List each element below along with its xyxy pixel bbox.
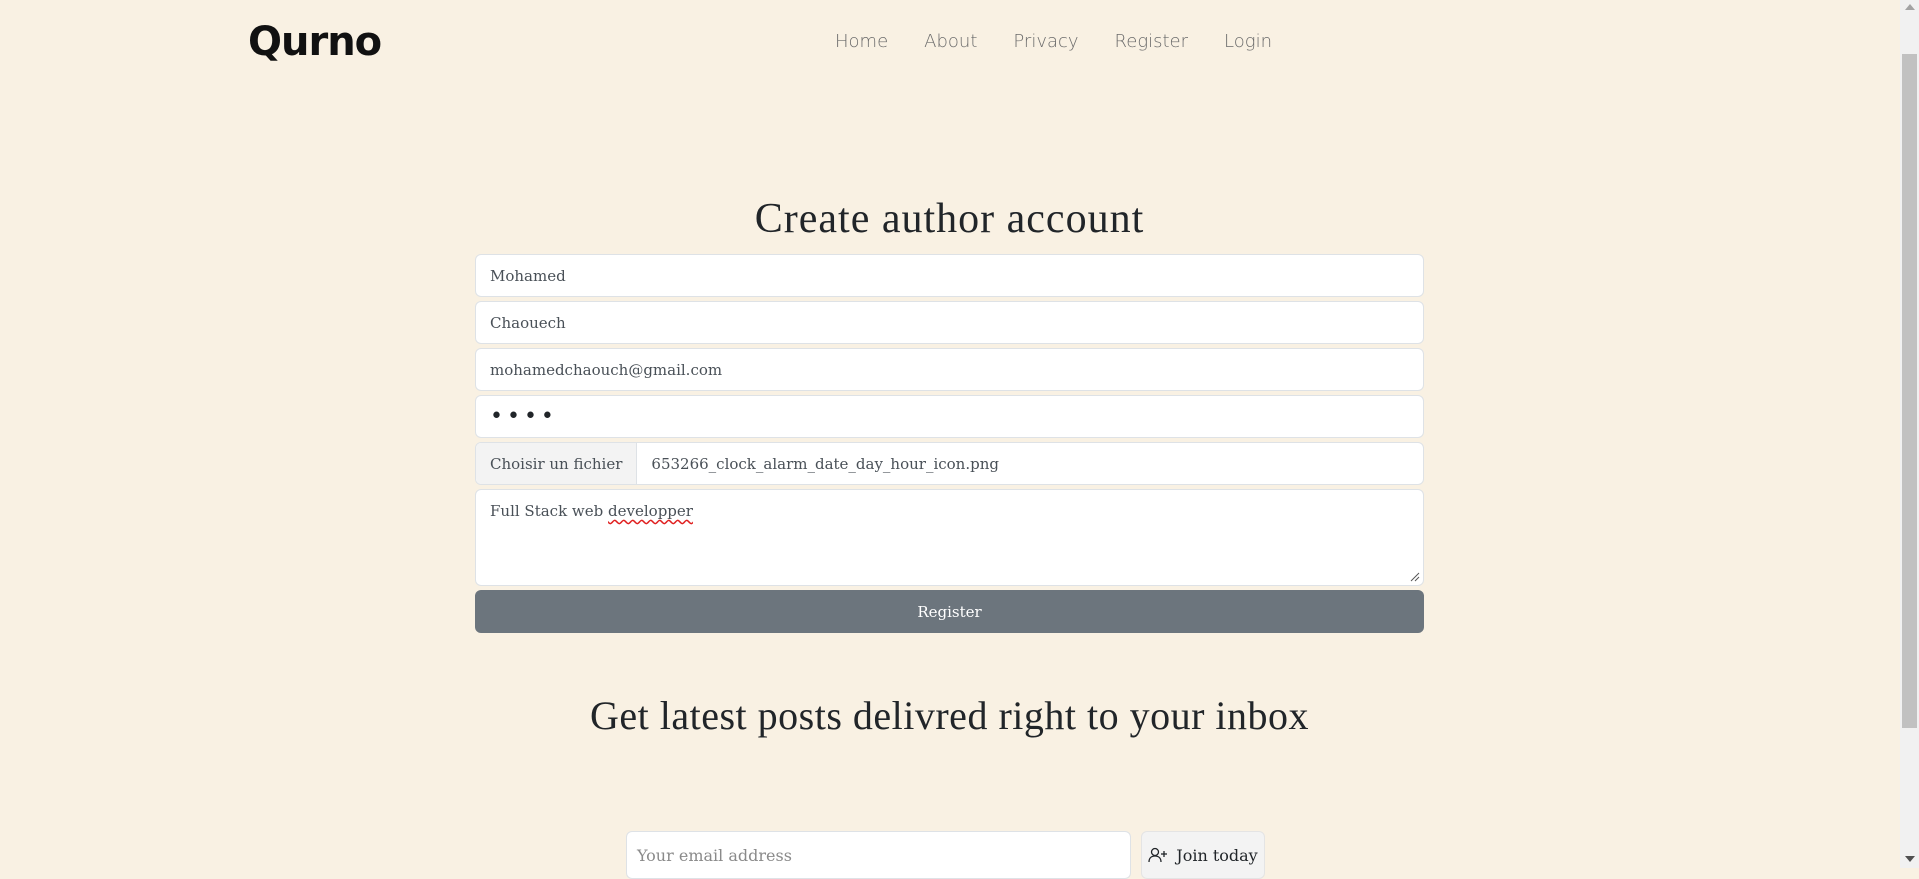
choose-file-button[interactable]: Choisir un fichier (476, 443, 638, 484)
page-title: Create author account (754, 196, 1145, 242)
register-button[interactable]: Register (475, 590, 1424, 633)
join-today-button[interactable]: Join today (1141, 831, 1265, 879)
newsletter-email-input[interactable]: Your email address (626, 831, 1131, 879)
join-today-label: Join today (1176, 845, 1258, 865)
avatar-file-input[interactable]: Choisir un fichier 653266_clock_alarm_da… (475, 442, 1424, 485)
page-scrollbar[interactable] (1900, 0, 1919, 868)
bio-textarea[interactable]: Full Stack web developper (475, 489, 1424, 586)
nav-register[interactable]: Register (1115, 30, 1189, 54)
bio-text: Full Stack web (490, 502, 609, 520)
nav-about[interactable]: About (924, 30, 977, 54)
user-plus-icon (1148, 847, 1168, 863)
scrollbar-thumb[interactable] (1902, 54, 1917, 728)
bio-misspelled-word: developper (608, 502, 693, 520)
nav-login[interactable]: Login (1224, 30, 1272, 54)
first-name-input[interactable]: Mohamed (475, 254, 1424, 297)
site-logo[interactable]: Qurno (248, 18, 382, 66)
scroll-down-arrow-icon[interactable] (1905, 856, 1915, 862)
nav-privacy[interactable]: Privacy (1013, 30, 1078, 54)
resize-grip-icon[interactable] (1410, 572, 1420, 582)
password-input[interactable]: •••• (475, 395, 1424, 438)
main-nav: Home About Privacy Register Login (835, 30, 1308, 54)
nav-home[interactable]: Home (835, 30, 888, 54)
newsletter-title: Get latest posts delivred right to your … (589, 693, 1310, 738)
email-input[interactable]: mohamedchaouch@gmail.com (475, 348, 1424, 391)
author-register-form: Mohamed Chaouech mohamedchaouch@gmail.co… (475, 254, 1424, 633)
site-header: Qurno Home About Privacy Register Login (0, 0, 1900, 86)
selected-file-name: 653266_clock_alarm_date_day_hour_icon.pn… (651, 454, 999, 473)
scroll-up-arrow-icon[interactable] (1905, 4, 1915, 10)
last-name-input[interactable]: Chaouech (475, 301, 1424, 344)
